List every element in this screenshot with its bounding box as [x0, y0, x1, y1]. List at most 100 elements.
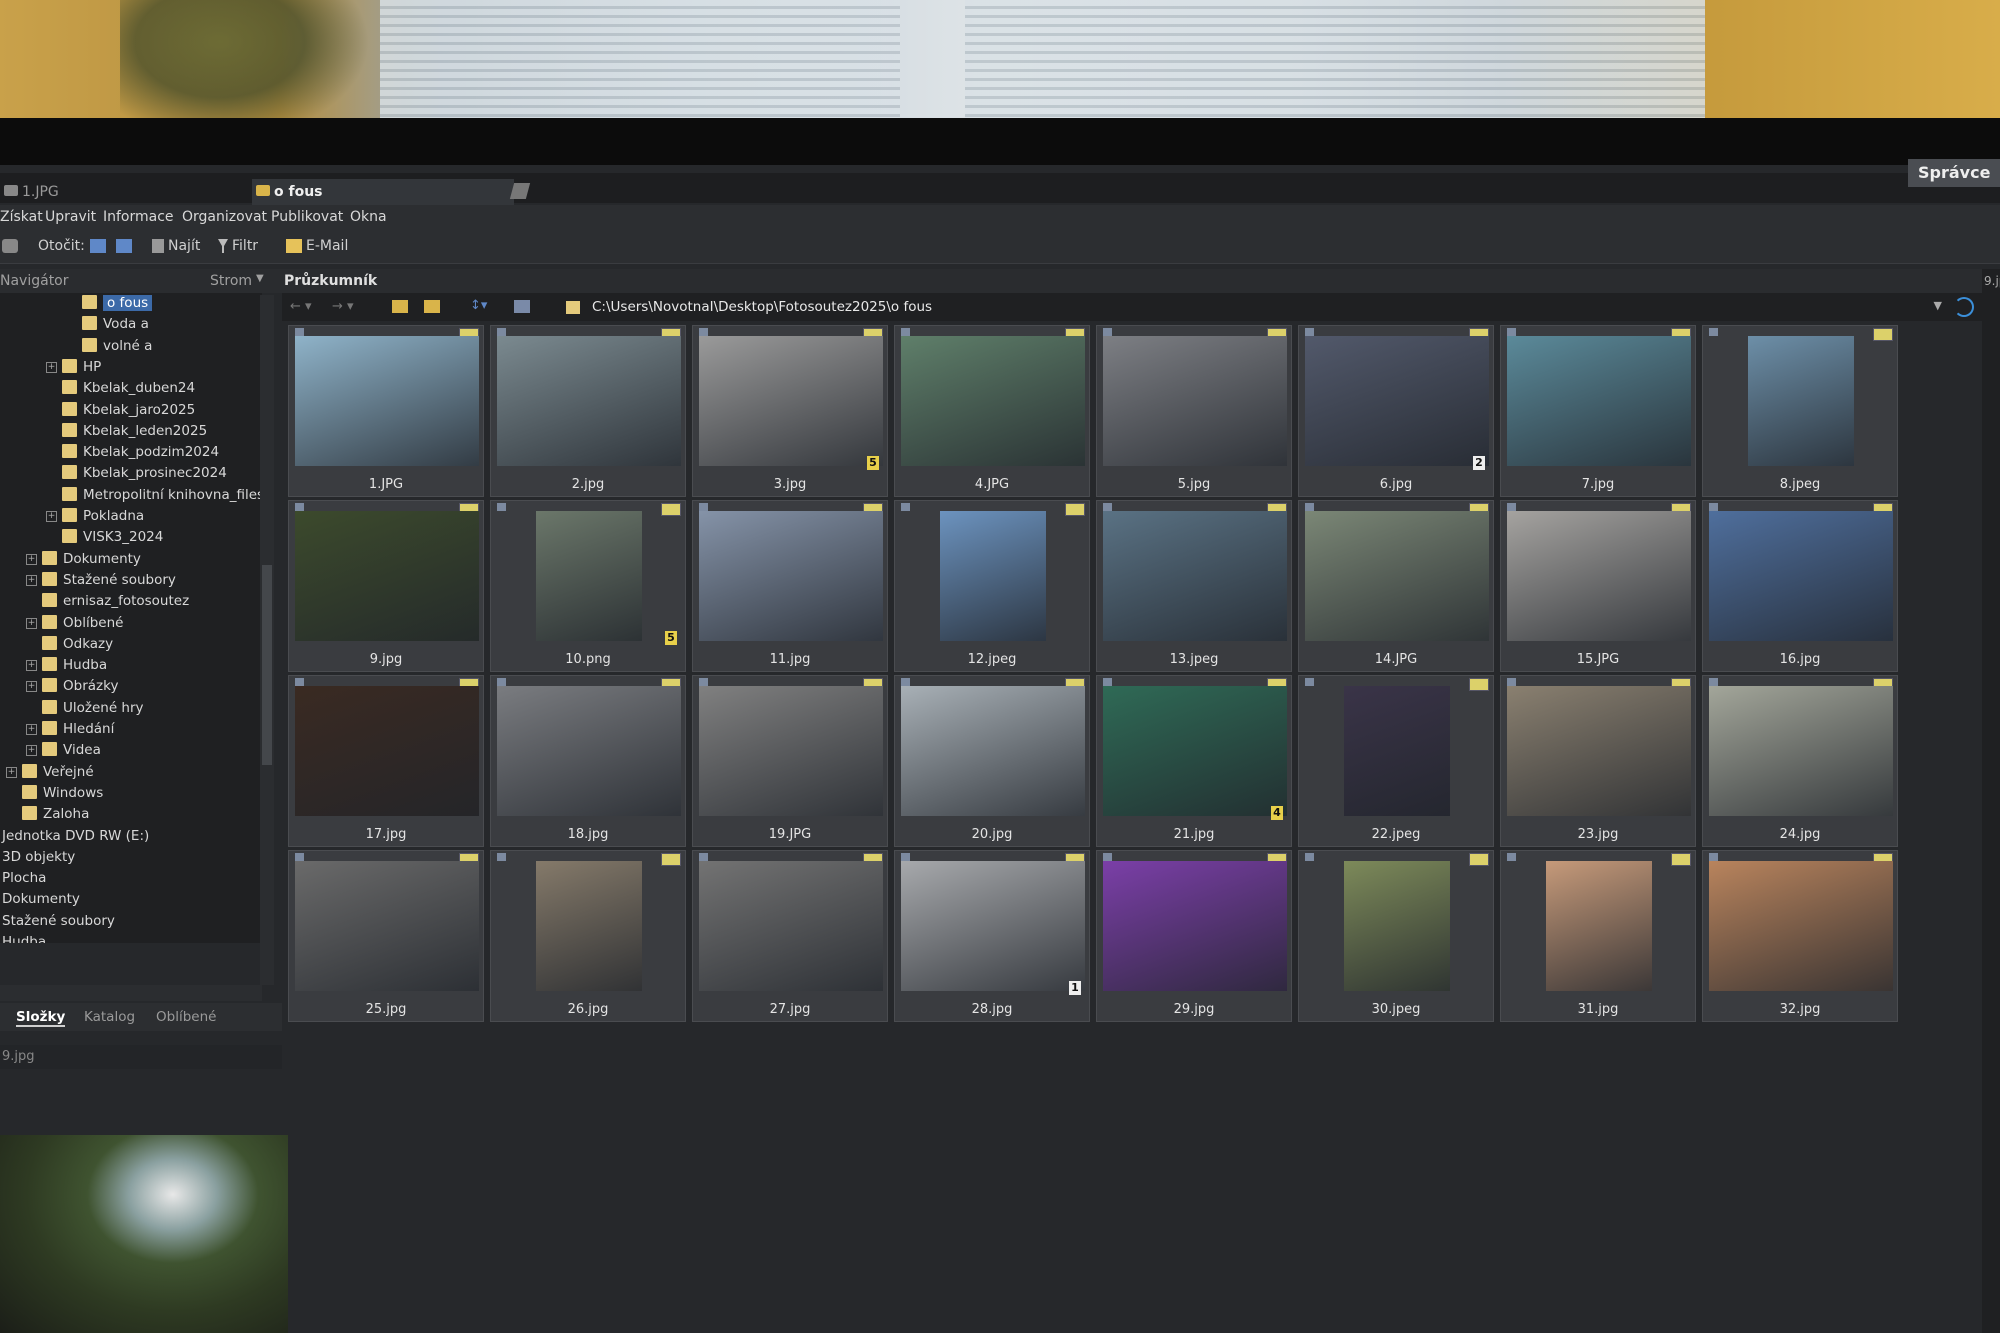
tree-item[interactable]: + Oblíbené [26, 613, 123, 633]
tree-horizontal-scrollbar[interactable] [0, 985, 262, 1001]
thumbnail-image[interactable] [901, 336, 1085, 466]
thumbnail-cell[interactable]: 1.JPG [288, 325, 484, 497]
tree-item[interactable]: Plocha [2, 868, 46, 888]
tree-item[interactable]: + HP [46, 357, 101, 377]
expand-icon[interactable]: + [26, 617, 37, 629]
thumbnail-cell[interactable]: 26.jpg [1298, 325, 1494, 497]
thumbnail-image[interactable] [1709, 511, 1893, 641]
thumbnail-cell[interactable]: 7.jpg [1500, 325, 1696, 497]
filter-button[interactable]: Filtr [218, 238, 258, 254]
chevron-down-icon[interactable]: ▼ [1934, 299, 1942, 312]
menu-publikovat[interactable]: Publikovat [271, 209, 343, 225]
tree-item[interactable]: + Hledání [26, 719, 114, 739]
thumbnail-image[interactable] [1103, 511, 1287, 641]
thumbnail-image[interactable] [901, 686, 1085, 816]
thumbnail-cell[interactable]: 5 3.jpg [692, 325, 888, 497]
thumbnail-cell[interactable]: 4 21.jpg [1096, 675, 1292, 847]
tree-item[interactable]: VISK3_2024 [62, 527, 163, 547]
thumbnail-cell[interactable]: 5.jpg [1096, 325, 1292, 497]
tree-item[interactable]: Jednotka DVD RW (E:) [2, 826, 149, 846]
tree-item[interactable]: Uložené hry [42, 698, 144, 718]
thumbnail-cell[interactable]: 5 10.png [490, 500, 686, 672]
thumbnail-cell[interactable]: 31.jpg [1500, 850, 1696, 1022]
tree-item[interactable]: Windows [22, 783, 103, 803]
tree-item[interactable]: + Pokladna [46, 506, 144, 526]
sort-icon[interactable]: ↕▾ [470, 298, 487, 313]
tree-item[interactable]: o fous [82, 293, 153, 313]
thumbnail-cell[interactable]: 30.jpeg [1298, 850, 1494, 1022]
thumbnail-image[interactable] [901, 861, 1085, 991]
thumbnail-image[interactable] [1344, 861, 1450, 991]
tree-item[interactable]: volné a [82, 336, 152, 356]
tree-item[interactable]: + Videa [26, 740, 101, 760]
thumbnail-image[interactable] [699, 686, 883, 816]
thumbnail-image[interactable] [1103, 686, 1287, 816]
chevron-down-icon[interactable]: ▼ [256, 273, 264, 284]
email-button[interactable]: E-Mail [286, 238, 348, 254]
tree-item[interactable]: Stažené soubory [2, 911, 115, 931]
thumbnail-image[interactable] [1507, 511, 1691, 641]
back-icon[interactable]: ← ▾ [290, 299, 312, 314]
thumbnail-image[interactable] [536, 861, 642, 991]
tree-item[interactable]: + Hudba [26, 655, 107, 675]
tab-katalog[interactable]: Katalog [84, 1009, 135, 1025]
tab-o-fous[interactable]: o fous [252, 179, 514, 205]
tab-oblibene[interactable]: Oblíbené [156, 1009, 216, 1025]
edit-icon[interactable] [509, 183, 531, 199]
thumbnail-image[interactable] [1507, 336, 1691, 466]
thumbnail-cell[interactable]: 20.jpg [894, 675, 1090, 847]
menu-upravit[interactable]: Upravit [45, 209, 96, 225]
thumbnail-image[interactable] [699, 861, 883, 991]
thumbnail-image[interactable] [699, 336, 883, 466]
thumbnail-image[interactable] [295, 686, 479, 816]
thumbnail-image[interactable] [1709, 686, 1893, 816]
scrollbar-thumb[interactable] [262, 565, 272, 765]
rotate-left-icon[interactable] [90, 238, 110, 254]
thumbnail-cell[interactable]: 19.JPG [692, 675, 888, 847]
tree-item[interactable]: ernisaz_fotosoutez [42, 591, 189, 611]
folder-options-icon[interactable] [424, 300, 440, 313]
expand-icon[interactable]: + [26, 574, 37, 586]
thumbnail-cell[interactable]: 22.jpeg [1298, 675, 1494, 847]
thumbnail-image[interactable] [1748, 336, 1854, 466]
tab-slozky[interactable]: Složky [16, 1009, 66, 1027]
tree-item[interactable]: Odkazy [42, 634, 113, 654]
tree-item[interactable]: Kbelak_prosinec2024 [62, 463, 227, 483]
thumbnail-image[interactable] [1546, 861, 1652, 991]
tree-item[interactable]: + Dokumenty [26, 549, 141, 569]
menu-organizovat[interactable]: Organizovat [182, 209, 267, 225]
thumbnail-cell[interactable]: 24.jpg [1702, 675, 1898, 847]
thumbnail-cell[interactable]: 17.jpg [288, 675, 484, 847]
tree-item[interactable]: Voda a [82, 314, 149, 334]
tree-item[interactable]: Metropolitní knihovna_files [62, 485, 262, 505]
thumbnail-cell[interactable]: 2.jpg [490, 325, 686, 497]
thumbnail-cell[interactable]: 26.jpg [490, 850, 686, 1022]
thumbnail-image[interactable] [1709, 861, 1893, 991]
camera-icon[interactable] [2, 238, 22, 254]
refresh-icon[interactable] [1954, 297, 1974, 317]
thumbnail-image[interactable] [295, 336, 479, 466]
current-path[interactable]: C:\Users\NovotnaI\Desktop\Fotosoutez2025… [592, 299, 932, 315]
expand-icon[interactable]: + [26, 681, 37, 693]
tree-item[interactable]: Hudba [2, 932, 46, 943]
tree-item[interactable]: Kbelak_jaro2025 [62, 400, 195, 420]
expand-icon[interactable]: + [46, 511, 57, 522]
expand-icon[interactable]: + [6, 766, 17, 778]
thumbnail-cell[interactable]: 9.jpg [288, 500, 484, 672]
thumbnail-cell[interactable]: 25.jpg [288, 850, 484, 1022]
tab-1jpg[interactable]: 1.JPG [0, 179, 252, 205]
thumbnail-cell[interactable]: 11.jpg [692, 500, 888, 672]
tree-item[interactable]: Kbelak_duben24 [62, 378, 195, 398]
expand-icon[interactable]: + [26, 553, 37, 565]
thumbnail-cell[interactable]: 27.jpg [692, 850, 888, 1022]
thumbnail-image[interactable] [1103, 336, 1287, 466]
thumbnail-cell[interactable]: 18.jpg [490, 675, 686, 847]
thumbnail-cell[interactable]: 29.jpg [1096, 850, 1292, 1022]
thumbnail-image[interactable] [1103, 861, 1287, 991]
tree-item[interactable]: Kbelak_podzim2024 [62, 442, 219, 462]
rotate-right-icon[interactable] [116, 238, 136, 254]
thumbnail-image[interactable] [699, 511, 883, 641]
find-button[interactable]: Najít [152, 238, 200, 254]
thumbnail-cell[interactable]: 32.jpg [1702, 850, 1898, 1022]
thumbnail-image[interactable] [1305, 336, 1489, 466]
